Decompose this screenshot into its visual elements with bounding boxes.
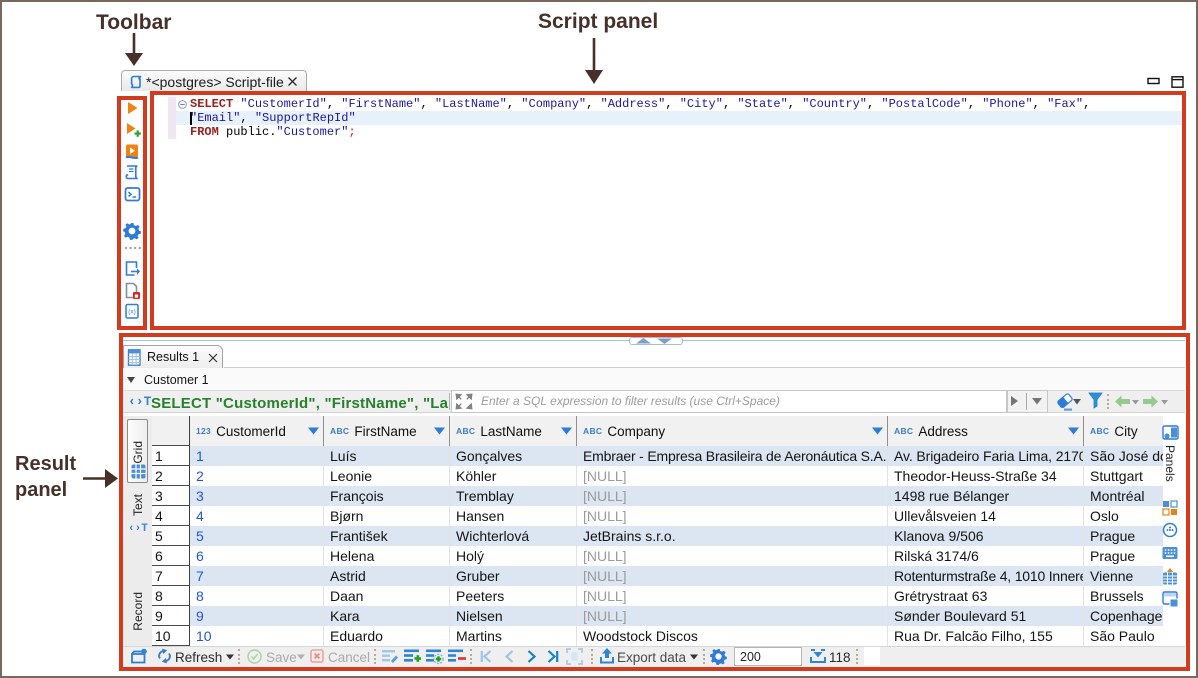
svg-text:■: ■	[135, 293, 139, 300]
svg-text:(x): (x)	[128, 309, 136, 316]
